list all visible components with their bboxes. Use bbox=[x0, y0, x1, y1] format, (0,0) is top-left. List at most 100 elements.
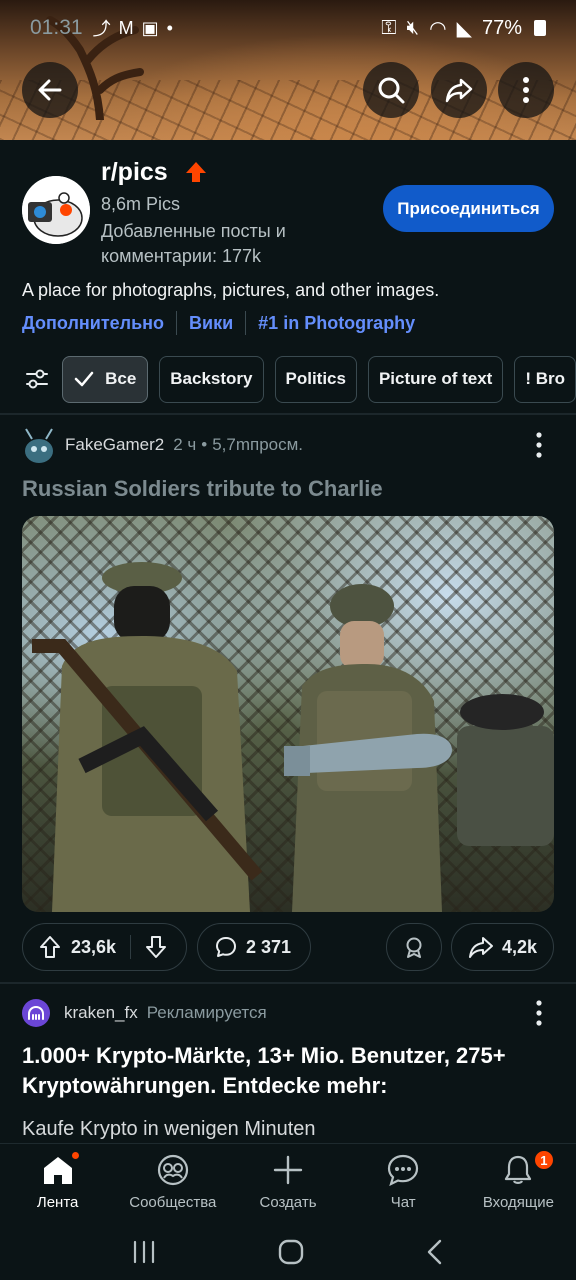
key-icon: ⚿ bbox=[381, 16, 397, 39]
nav-inbox[interactable]: 1 Входящие bbox=[461, 1144, 576, 1223]
arrow-left-icon bbox=[38, 79, 62, 101]
link-divider bbox=[176, 311, 178, 335]
status-notification-icons: ⤴ M ▣ • bbox=[93, 15, 173, 41]
nav-label: Входящие bbox=[482, 1194, 554, 1211]
subreddit-name: r/pics bbox=[101, 158, 168, 186]
recent-apps-icon[interactable] bbox=[131, 1240, 157, 1264]
post-time: 2 ч bbox=[173, 435, 197, 454]
link-more[interactable]: Дополнительно bbox=[22, 313, 164, 334]
user-avatar-icon[interactable] bbox=[22, 425, 56, 465]
ad-title[interactable]: 1.000+ Krypto-Märkte, 13+ Mio. Benutzer,… bbox=[22, 1041, 554, 1101]
gmail-icon: M bbox=[118, 17, 134, 38]
subreddit-avatar[interactable] bbox=[22, 176, 90, 244]
nav-chat[interactable]: Чат bbox=[346, 1144, 461, 1223]
section-divider bbox=[0, 982, 576, 984]
soldiers-photo bbox=[32, 562, 554, 912]
link-wiki[interactable]: Вики bbox=[189, 313, 233, 334]
chat-icon bbox=[388, 1154, 419, 1186]
ad-more-button[interactable] bbox=[524, 998, 554, 1028]
post-image[interactable] bbox=[22, 516, 554, 912]
filter-settings-button[interactable] bbox=[22, 355, 51, 403]
post-views: 5,7mпросм. bbox=[212, 435, 304, 454]
sliders-icon bbox=[25, 369, 48, 389]
share-post-button[interactable]: 4,2k bbox=[451, 923, 554, 971]
post-actions: 23,6k 2 371 4,2k bbox=[22, 923, 554, 971]
join-button[interactable]: Присоединиться bbox=[383, 185, 554, 232]
home-button-icon[interactable] bbox=[278, 1239, 304, 1265]
post-author[interactable]: FakeGamer2 bbox=[65, 435, 164, 455]
mute-icon: 🔇︎ bbox=[406, 16, 420, 39]
filter-chips: Все Backstory Politics Picture of text !… bbox=[0, 355, 576, 403]
award-button[interactable] bbox=[386, 923, 442, 971]
promoted-label: Рекламируется bbox=[146, 1003, 267, 1022]
system-navigation-bar bbox=[0, 1223, 576, 1280]
more-notifications-icon: • bbox=[166, 17, 173, 38]
nav-label: Создать bbox=[259, 1194, 317, 1211]
bell-icon bbox=[505, 1155, 532, 1184]
subreddit-links: Дополнительно Вики #1 in Photography bbox=[22, 311, 415, 335]
home-notification-dot bbox=[70, 1150, 81, 1161]
vote-control: 23,6k bbox=[22, 923, 187, 971]
share-arrow-icon bbox=[469, 937, 493, 958]
more-options-button[interactable] bbox=[498, 62, 554, 118]
status-time: 01:31 bbox=[30, 16, 83, 39]
kebab-menu-icon bbox=[523, 77, 529, 103]
share-arrow-icon bbox=[445, 78, 473, 103]
kraken-mark-icon bbox=[28, 1006, 44, 1020]
nav-communities[interactable]: Сообщества bbox=[115, 1144, 230, 1223]
comment-bubble-icon bbox=[216, 937, 236, 957]
kebab-menu-icon bbox=[536, 432, 542, 458]
vote-score: 23,6k bbox=[71, 936, 117, 957]
chip-bro[interactable]: ! Bro bbox=[514, 355, 576, 403]
kebab-menu-icon bbox=[536, 1000, 542, 1026]
award-icon bbox=[406, 937, 422, 958]
nav-label: Лента bbox=[36, 1194, 79, 1211]
nav-create[interactable]: Создать bbox=[230, 1144, 345, 1223]
status-bar: 01:31 ⤴ M ▣ • ⚿ 🔇︎ ◠ ◣ 77% bbox=[0, 0, 576, 56]
status-system-icons: ⚿ 🔇︎ ◠ ◣ 77% bbox=[381, 16, 546, 41]
bottom-navigation: Лента Сообщества Создать Чат 1 Входящие bbox=[0, 1143, 576, 1223]
ad-meta: kraken_fx Рекламируется bbox=[22, 998, 554, 1028]
nav-home[interactable]: Лента bbox=[0, 1144, 115, 1223]
search-icon bbox=[378, 77, 405, 104]
signal-icon: ◣ bbox=[456, 17, 472, 40]
communities-icon bbox=[157, 1154, 188, 1186]
chip-politics[interactable]: Politics bbox=[274, 355, 357, 403]
chip-label: Все bbox=[105, 369, 137, 388]
subreddit-description: A place for photographs, pictures, and o… bbox=[22, 280, 440, 300]
upvote-icon[interactable] bbox=[39, 935, 61, 959]
downvote-icon[interactable] bbox=[145, 935, 167, 959]
upvote-arrow-icon bbox=[186, 162, 206, 182]
comments-button[interactable]: 2 371 bbox=[197, 923, 311, 971]
link-ranking[interactable]: #1 in Photography bbox=[258, 313, 415, 334]
chip-all[interactable]: Все bbox=[62, 355, 149, 403]
inbox-badge: 1 bbox=[532, 1149, 555, 1171]
gallery-icon: ▣ bbox=[141, 17, 159, 38]
nav-label: Чат bbox=[390, 1194, 416, 1211]
ad-author[interactable]: kraken_fx bbox=[64, 1003, 138, 1023]
missed-call-icon: ⤴ bbox=[92, 19, 111, 39]
plus-icon bbox=[273, 1155, 303, 1185]
comment-count: 2 371 bbox=[246, 936, 292, 957]
nav-label: Сообщества bbox=[129, 1194, 217, 1211]
chip-backstory[interactable]: Backstory bbox=[159, 355, 264, 403]
back-nav-icon[interactable] bbox=[425, 1239, 445, 1265]
member-count: 8,6m Pics bbox=[101, 194, 181, 214]
share-button[interactable] bbox=[431, 62, 487, 118]
battery-icon bbox=[534, 20, 546, 36]
wifi-icon: ◠ bbox=[429, 17, 447, 40]
battery-level: 77% bbox=[481, 16, 522, 39]
checkmark-icon bbox=[74, 371, 94, 387]
post-title[interactable]: Russian Soldiers tribute to Charlie bbox=[22, 476, 383, 502]
kraken-logo-icon[interactable] bbox=[22, 999, 50, 1027]
section-divider bbox=[0, 413, 576, 415]
chip-picture-of-text[interactable]: Picture of text bbox=[367, 355, 504, 403]
link-divider bbox=[245, 311, 247, 335]
post-more-button[interactable] bbox=[524, 430, 554, 460]
vote-divider bbox=[130, 935, 132, 959]
post-meta: FakeGamer2 2 ч • 5,7mпросм. bbox=[22, 425, 554, 465]
share-count: 4,2k bbox=[502, 936, 538, 957]
back-button[interactable] bbox=[22, 62, 78, 118]
ad-body: Kaufe Krypto in wenigen Minuten bbox=[22, 1118, 316, 1140]
search-button[interactable] bbox=[363, 62, 419, 118]
